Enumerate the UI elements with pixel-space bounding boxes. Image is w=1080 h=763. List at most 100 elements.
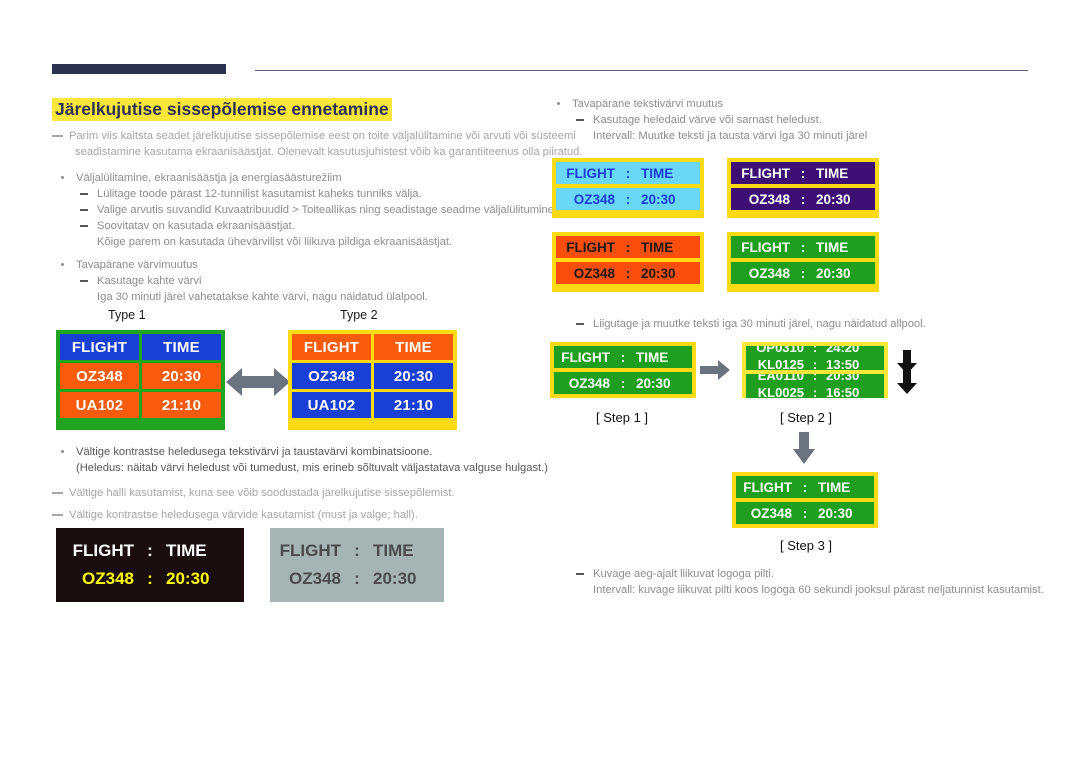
board-cell: : [354,541,360,560]
bullet-avoid-contrast-detail: (Heledus: näitab värvi heledust või tume… [76,462,548,474]
arrow-down-icon [793,432,815,464]
sub-item-logo-image-detail: Intervall: kuvage liikuvat pilti koos lo… [593,584,1044,596]
sub-dash-icon [80,225,88,227]
bullet-dot-icon [61,450,64,453]
arrow-right-icon [700,360,730,380]
type2-label: Type 2 [340,308,378,322]
board-row: FLIGHT: TIME [270,537,444,565]
board-row: FLIGHT: TIME [731,162,875,184]
step2-scrolling-board: OP0310:24:20 KL0125:13:50 EA0110:20:30 KL0… [742,342,888,398]
sub-item-12h: Lülitage toode pärast 12-tunnilist kasut… [52,186,532,202]
sub-dash-icon [80,193,88,195]
board-cell: : [800,239,806,255]
board-cell: 20:30 [166,569,210,588]
right-column-text-3: Kuvage aeg-ajalt liikuvat logoga pilti. … [548,566,1048,598]
board-cell: TIME [818,479,851,495]
board-cell: : [625,239,631,255]
color-variation-panel-green: FLIGHT: TIME OZ348:20:30 [727,232,879,292]
left-column-text-2: Vältige kontrastse heledusega tekstivärv… [52,444,548,523]
board-row: OZ348:20:30 [56,565,244,593]
board-row: FLIGHT: TIME [556,236,700,258]
color-variation-panel-light-blue: FLIGHT: TIME OZ348:20:30 [552,158,704,218]
board-cell: : [802,479,808,495]
board-cell: 20:30 [816,191,851,207]
board-cell: : [147,541,153,560]
board-cell: 13:50 [826,357,860,370]
sub-dash-icon [80,209,88,211]
right-column-text-2: Liigutage ja muutke teksti iga 30 minuti… [548,316,1048,332]
board-cell: 20:30 [636,375,671,391]
sub-dash-icon [80,280,88,282]
step1-label: [ Step 1 ] [596,410,649,425]
board-row: FLIGHT: TIME [556,162,700,184]
board-row: FLIGHT: TIME [731,236,875,258]
flight-board-cell: UA102 [60,392,139,418]
board-cell: 24:20 [826,346,860,355]
scroll-window-1: OP0310:24:20 KL0125:13:50 [746,346,884,370]
sub-item-move-text: Liigutage ja muutke teksti iga 30 minuti… [548,316,1048,332]
scroll-row: OP0310:24:20 [746,346,884,356]
page-root: Järelkujutise sissepõlemise ennetamine P… [0,0,1080,763]
flight-board-cell: 20:30 [142,363,221,389]
flight-board-cell: TIME [142,334,221,360]
scroll-down-arrows-icon [896,350,918,394]
board-cell: : [802,505,808,521]
flight-board-cell: UA102 [292,392,371,418]
double-arrow-horizontal-icon [226,364,290,400]
board-cell: : [620,349,626,365]
board-cell: FLIGHT [741,165,790,181]
board-cell: FLIGHT [561,349,610,365]
sub-item-two-colors: Kasutage kahte värvi [52,273,532,289]
header-rule [255,70,1028,71]
board-cell: OZ348 [568,375,610,391]
scroll-row: KL0125:13:50 [746,356,884,370]
flight-board-cell: OZ348 [60,363,139,389]
scroll-window-2: EA0110:20:30 KL0025:16:50 [746,374,884,398]
board-cell: : [147,569,153,588]
board-cell: OZ348 [289,569,341,588]
board-row: FLIGHT: TIME [554,346,692,368]
board-cell: OZ348 [748,191,790,207]
board-cell: OZ348 [573,191,615,207]
board-cell: TIME [636,349,669,365]
board-cell: FLIGHT [279,541,341,560]
bullet-color-change: Tavapärane värvimuutus [52,257,532,273]
board-row: OZ348:20:30 [556,188,700,210]
page-title: Järelkujutise sissepõlemise ennetamine [52,98,392,121]
board-cell: TIME [166,541,207,560]
board-cell: 20:30 [826,374,860,383]
board-cell: OP0310 [756,346,804,355]
board-cell: FLIGHT [566,239,615,255]
note-dash-icon [52,492,63,494]
board-cell: : [625,191,631,207]
board-cell: FLIGHT [743,479,792,495]
board-cell: FLIGHT [72,541,134,560]
sub-item-screensaver: Soovitatav on kasutada ekraanisäästjat. [52,218,532,234]
board-row: OZ348:20:30 [554,372,692,394]
sub-item-display-properties: Valige arvutis suvandid Kuvaatribuudid >… [52,202,557,218]
intro-note: Parim viis kaitsta seadet järelkujutise … [52,128,582,160]
board-cell: : [620,375,626,391]
scroll-row: KL0025:16:50 [746,384,884,398]
board-cell: FLIGHT [741,239,790,255]
flight-board-cell: OZ348 [292,363,371,389]
board-cell: TIME [373,541,414,560]
board-cell: TIME [816,165,849,181]
dark-contrast-example-board: FLIGHT: TIME OZ348:20:30 [56,528,244,602]
board-cell: 20:30 [816,265,851,281]
step3-flight-board: FLIGHT: TIME OZ348:20:30 [732,472,878,528]
flight-board-cell: 21:10 [142,392,221,418]
step3-label: [ Step 3 ] [780,538,833,553]
board-cell: 20:30 [373,569,417,588]
type1-flight-board: FLIGHT TIME OZ348 20:30 UA102 21:10 [56,330,225,430]
board-cell: TIME [641,165,674,181]
flight-board-cell: TIME [374,334,453,360]
board-cell: : [800,165,806,181]
board-cell: TIME [641,239,674,255]
board-cell: OZ348 [573,265,615,281]
board-cell: EA0110 [757,374,804,383]
flight-board-cell: 21:10 [374,392,453,418]
board-cell: : [625,265,631,281]
step1-flight-board: FLIGHT: TIME OZ348:20:30 [550,342,696,398]
note-dash-icon [52,135,63,137]
